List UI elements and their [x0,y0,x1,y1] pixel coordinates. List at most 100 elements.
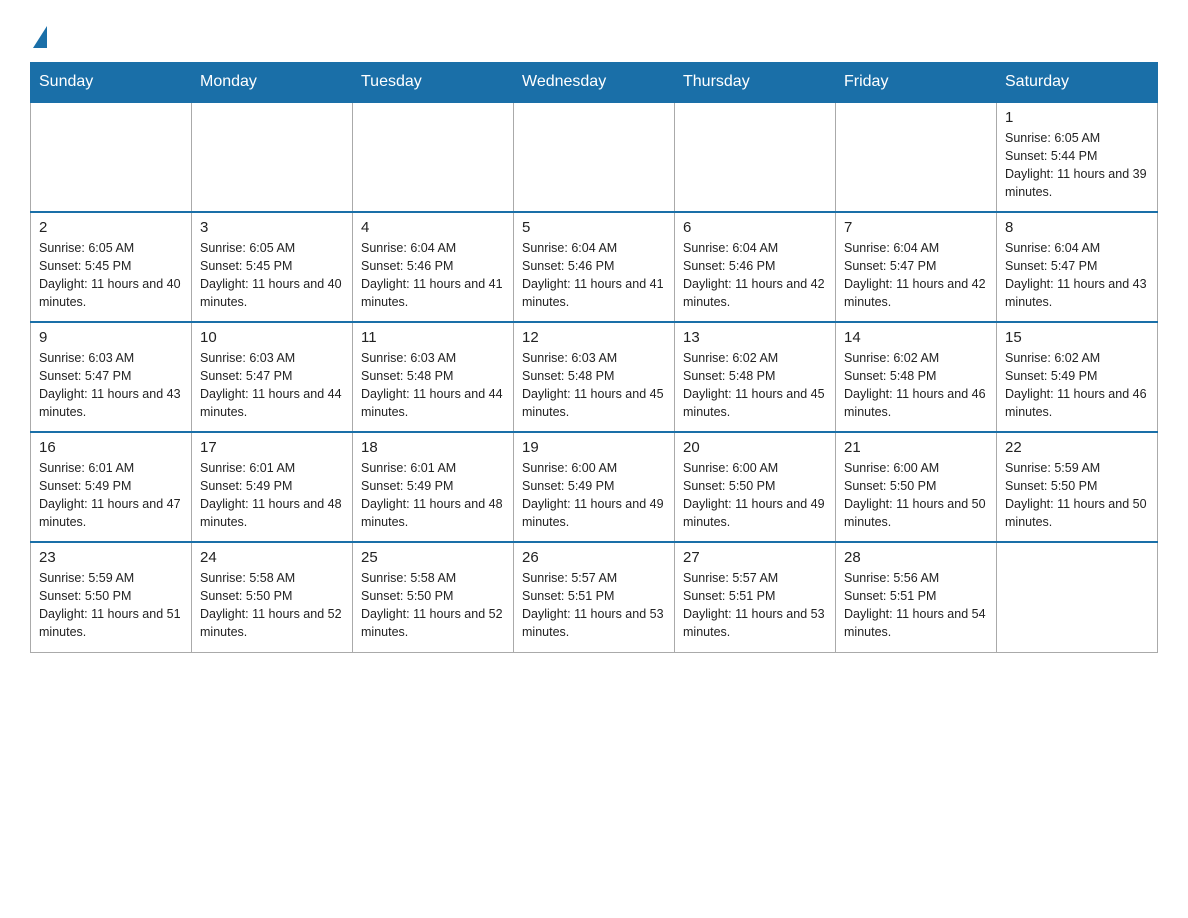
day-number: 4 [361,219,505,236]
calendar-cell: 14 Sunrise: 6:02 AMSunset: 5:48 PMDayligh… [836,322,997,432]
day-info: Sunrise: 6:05 AMSunset: 5:45 PMDaylight:… [200,239,344,312]
day-number: 6 [683,219,827,236]
calendar-header-friday: Friday [836,63,997,103]
calendar-cell: 22 Sunrise: 5:59 AMSunset: 5:50 PMDayligh… [997,432,1158,542]
day-info: Sunrise: 6:03 AMSunset: 5:48 PMDaylight:… [361,349,505,422]
day-number: 26 [522,549,666,566]
day-number: 14 [844,329,988,346]
day-info: Sunrise: 6:01 AMSunset: 5:49 PMDaylight:… [200,459,344,532]
calendar-cell: 2 Sunrise: 6:05 AMSunset: 5:45 PMDaylight… [31,212,192,322]
day-number: 28 [844,549,988,566]
day-info: Sunrise: 6:04 AMSunset: 5:47 PMDaylight:… [1005,239,1149,312]
day-info: Sunrise: 6:02 AMSunset: 5:49 PMDaylight:… [1005,349,1149,422]
day-number: 11 [361,329,505,346]
day-number: 1 [1005,109,1149,126]
calendar-cell: 27 Sunrise: 5:57 AMSunset: 5:51 PMDayligh… [675,542,836,652]
calendar-cell [836,102,997,212]
logo-triangle-icon [33,26,47,48]
calendar-cell: 6 Sunrise: 6:04 AMSunset: 5:46 PMDaylight… [675,212,836,322]
calendar-week-row-1: 1 Sunrise: 6:05 AMSunset: 5:44 PMDaylight… [31,102,1158,212]
calendar-week-row-3: 9 Sunrise: 6:03 AMSunset: 5:47 PMDaylight… [31,322,1158,432]
calendar-header-tuesday: Tuesday [353,63,514,103]
day-info: Sunrise: 5:58 AMSunset: 5:50 PMDaylight:… [361,569,505,642]
calendar-cell: 28 Sunrise: 5:56 AMSunset: 5:51 PMDayligh… [836,542,997,652]
day-number: 18 [361,439,505,456]
calendar-cell: 8 Sunrise: 6:04 AMSunset: 5:47 PMDaylight… [997,212,1158,322]
calendar-header-wednesday: Wednesday [514,63,675,103]
calendar-cell: 20 Sunrise: 6:00 AMSunset: 5:50 PMDayligh… [675,432,836,542]
day-number: 9 [39,329,183,346]
day-info: Sunrise: 6:03 AMSunset: 5:47 PMDaylight:… [39,349,183,422]
calendar-cell [192,102,353,212]
day-number: 19 [522,439,666,456]
calendar-week-row-2: 2 Sunrise: 6:05 AMSunset: 5:45 PMDaylight… [31,212,1158,322]
day-number: 16 [39,439,183,456]
page-header [30,20,1158,46]
calendar-header-saturday: Saturday [997,63,1158,103]
day-info: Sunrise: 6:00 AMSunset: 5:49 PMDaylight:… [522,459,666,532]
day-number: 2 [39,219,183,236]
calendar-table: SundayMondayTuesdayWednesdayThursdayFrid… [30,62,1158,653]
day-number: 27 [683,549,827,566]
calendar-cell: 10 Sunrise: 6:03 AMSunset: 5:47 PMDayligh… [192,322,353,432]
calendar-cell: 15 Sunrise: 6:02 AMSunset: 5:49 PMDayligh… [997,322,1158,432]
day-info: Sunrise: 6:04 AMSunset: 5:46 PMDaylight:… [683,239,827,312]
day-info: Sunrise: 6:01 AMSunset: 5:49 PMDaylight:… [361,459,505,532]
day-info: Sunrise: 5:58 AMSunset: 5:50 PMDaylight:… [200,569,344,642]
day-info: Sunrise: 6:01 AMSunset: 5:49 PMDaylight:… [39,459,183,532]
calendar-cell: 17 Sunrise: 6:01 AMSunset: 5:49 PMDayligh… [192,432,353,542]
day-number: 10 [200,329,344,346]
day-info: Sunrise: 5:56 AMSunset: 5:51 PMDaylight:… [844,569,988,642]
day-number: 5 [522,219,666,236]
calendar-cell [31,102,192,212]
calendar-cell: 19 Sunrise: 6:00 AMSunset: 5:49 PMDayligh… [514,432,675,542]
day-info: Sunrise: 6:05 AMSunset: 5:45 PMDaylight:… [39,239,183,312]
logo [30,30,47,46]
calendar-cell: 25 Sunrise: 5:58 AMSunset: 5:50 PMDayligh… [353,542,514,652]
calendar-cell: 18 Sunrise: 6:01 AMSunset: 5:49 PMDayligh… [353,432,514,542]
calendar-cell: 12 Sunrise: 6:03 AMSunset: 5:48 PMDayligh… [514,322,675,432]
day-info: Sunrise: 6:04 AMSunset: 5:47 PMDaylight:… [844,239,988,312]
calendar-cell: 11 Sunrise: 6:03 AMSunset: 5:48 PMDayligh… [353,322,514,432]
calendar-cell: 5 Sunrise: 6:04 AMSunset: 5:46 PMDaylight… [514,212,675,322]
day-info: Sunrise: 6:02 AMSunset: 5:48 PMDaylight:… [683,349,827,422]
calendar-header-monday: Monday [192,63,353,103]
day-info: Sunrise: 6:04 AMSunset: 5:46 PMDaylight:… [361,239,505,312]
calendar-cell: 26Sunrise: 5:57 AMSunset: 5:51 PMDayligh… [514,542,675,652]
day-info: Sunrise: 6:05 AMSunset: 5:44 PMDaylight:… [1005,129,1149,202]
calendar-header-sunday: Sunday [31,63,192,103]
calendar-cell: 4 Sunrise: 6:04 AMSunset: 5:46 PMDaylight… [353,212,514,322]
calendar-cell: 24Sunrise: 5:58 AMSunset: 5:50 PMDayligh… [192,542,353,652]
day-info: Sunrise: 5:59 AMSunset: 5:50 PMDaylight:… [1005,459,1149,532]
calendar-cell: 9 Sunrise: 6:03 AMSunset: 5:47 PMDaylight… [31,322,192,432]
calendar-week-row-5: 23 Sunrise: 5:59 AMSunset: 5:50 PMDayligh… [31,542,1158,652]
day-number: 3 [200,219,344,236]
day-number: 20 [683,439,827,456]
day-number: 13 [683,329,827,346]
calendar-cell: 3 Sunrise: 6:05 AMSunset: 5:45 PMDaylight… [192,212,353,322]
day-number: 7 [844,219,988,236]
day-info: Sunrise: 5:59 AMSunset: 5:50 PMDaylight:… [39,569,183,642]
calendar-header-row: SundayMondayTuesdayWednesdayThursdayFrid… [31,63,1158,103]
calendar-cell: 21 Sunrise: 6:00 AMSunset: 5:50 PMDayligh… [836,432,997,542]
calendar-cell: 1 Sunrise: 6:05 AMSunset: 5:44 PMDaylight… [997,102,1158,212]
day-info: Sunrise: 6:02 AMSunset: 5:48 PMDaylight:… [844,349,988,422]
day-info: Sunrise: 6:04 AMSunset: 5:46 PMDaylight:… [522,239,666,312]
calendar-header-thursday: Thursday [675,63,836,103]
day-info: Sunrise: 6:00 AMSunset: 5:50 PMDaylight:… [683,459,827,532]
day-info: Sunrise: 6:00 AMSunset: 5:50 PMDaylight:… [844,459,988,532]
day-number: 12 [522,329,666,346]
day-info: Sunrise: 5:57 AMSunset: 5:51 PMDaylight:… [683,569,827,642]
day-number: 15 [1005,329,1149,346]
calendar-cell: 13 Sunrise: 6:02 AMSunset: 5:48 PMDayligh… [675,322,836,432]
day-info: Sunrise: 6:03 AMSunset: 5:47 PMDaylight:… [200,349,344,422]
day-number: 8 [1005,219,1149,236]
day-info: Sunrise: 6:03 AMSunset: 5:48 PMDaylight:… [522,349,666,422]
day-number: 23 [39,549,183,566]
day-number: 17 [200,439,344,456]
day-number: 22 [1005,439,1149,456]
calendar-cell [514,102,675,212]
day-number: 25 [361,549,505,566]
calendar-cell: 23 Sunrise: 5:59 AMSunset: 5:50 PMDayligh… [31,542,192,652]
day-number: 21 [844,439,988,456]
